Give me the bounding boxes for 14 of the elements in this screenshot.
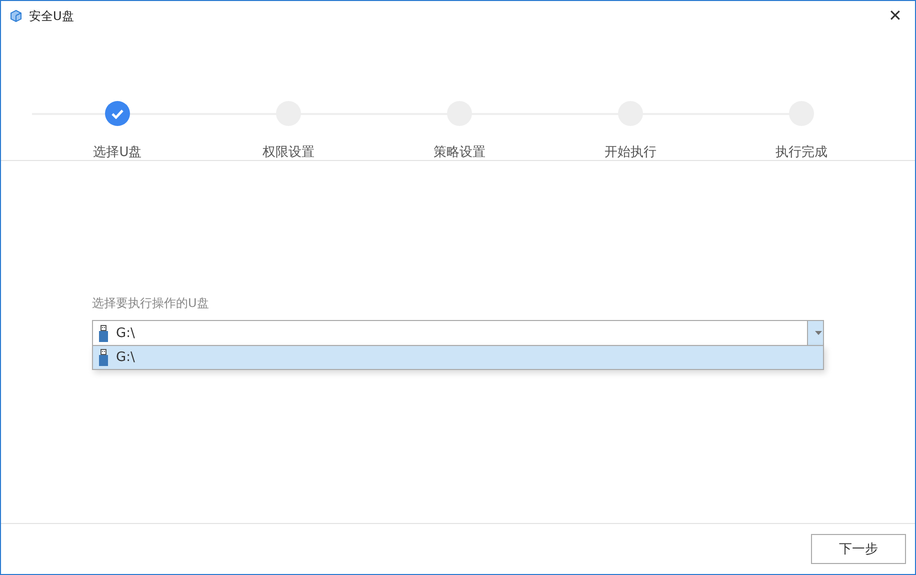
next-button[interactable]: 下一步	[811, 534, 906, 564]
field-label: 选择要执行操作的U盘	[92, 295, 210, 312]
step-label: 策略设置	[434, 144, 486, 161]
step-label: 选择U盘	[93, 144, 142, 161]
cube-logo-icon	[10, 10, 22, 22]
dropdown-option[interactable]: G:\	[93, 346, 823, 369]
window-title: 安全U盘	[29, 8, 75, 24]
drive-dropdown[interactable]: G:\	[92, 320, 824, 346]
step-label: 开始执行	[604, 144, 656, 161]
step-label: 执行完成	[776, 144, 828, 161]
step-label: 权限设置	[262, 144, 314, 161]
usb-drive-icon	[99, 349, 108, 366]
close-button[interactable]: ✕	[875, 1, 915, 31]
usb-drive-icon	[99, 324, 108, 342]
